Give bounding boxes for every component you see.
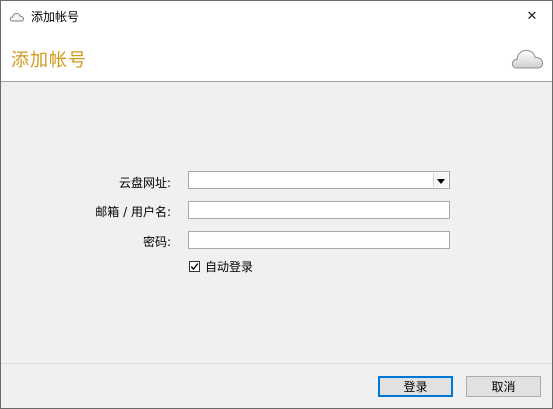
cloud-url-select[interactable] xyxy=(188,171,450,189)
password-label: 密码: xyxy=(142,235,171,249)
cloud-logo-icon xyxy=(510,41,544,73)
password-field[interactable] xyxy=(188,231,450,249)
email-field[interactable] xyxy=(188,201,450,219)
window-title: 添加帐号 xyxy=(31,10,80,24)
chevron-down-icon xyxy=(437,173,445,187)
email-label: 邮箱 / 用户名: xyxy=(95,205,171,219)
add-account-dialog: 添加帐号 ✕ 添加帐号 云盘网址: 邮箱 / 用户名: 密码: 自动登录 登录 … xyxy=(0,0,553,409)
dialog-footer: 登录 取消 xyxy=(1,363,552,408)
cancel-button[interactable]: 取消 xyxy=(466,376,541,397)
dropdown-button[interactable] xyxy=(433,173,448,187)
close-icon: ✕ xyxy=(526,8,538,24)
auto-login-label: 自动登录 xyxy=(205,260,254,274)
close-button[interactable]: ✕ xyxy=(512,1,552,31)
title-bar: 添加帐号 ✕ xyxy=(1,1,552,31)
cloud-url-label: 云盘网址: xyxy=(118,176,171,190)
header-banner: 添加帐号 xyxy=(1,31,552,82)
page-title: 添加帐号 xyxy=(11,50,87,71)
login-button[interactable]: 登录 xyxy=(378,376,453,397)
checkmark-icon xyxy=(190,263,199,271)
auto-login-checkbox[interactable] xyxy=(189,261,200,272)
auto-login-option[interactable]: 自动登录 xyxy=(189,258,253,275)
cloud-icon xyxy=(9,10,25,22)
